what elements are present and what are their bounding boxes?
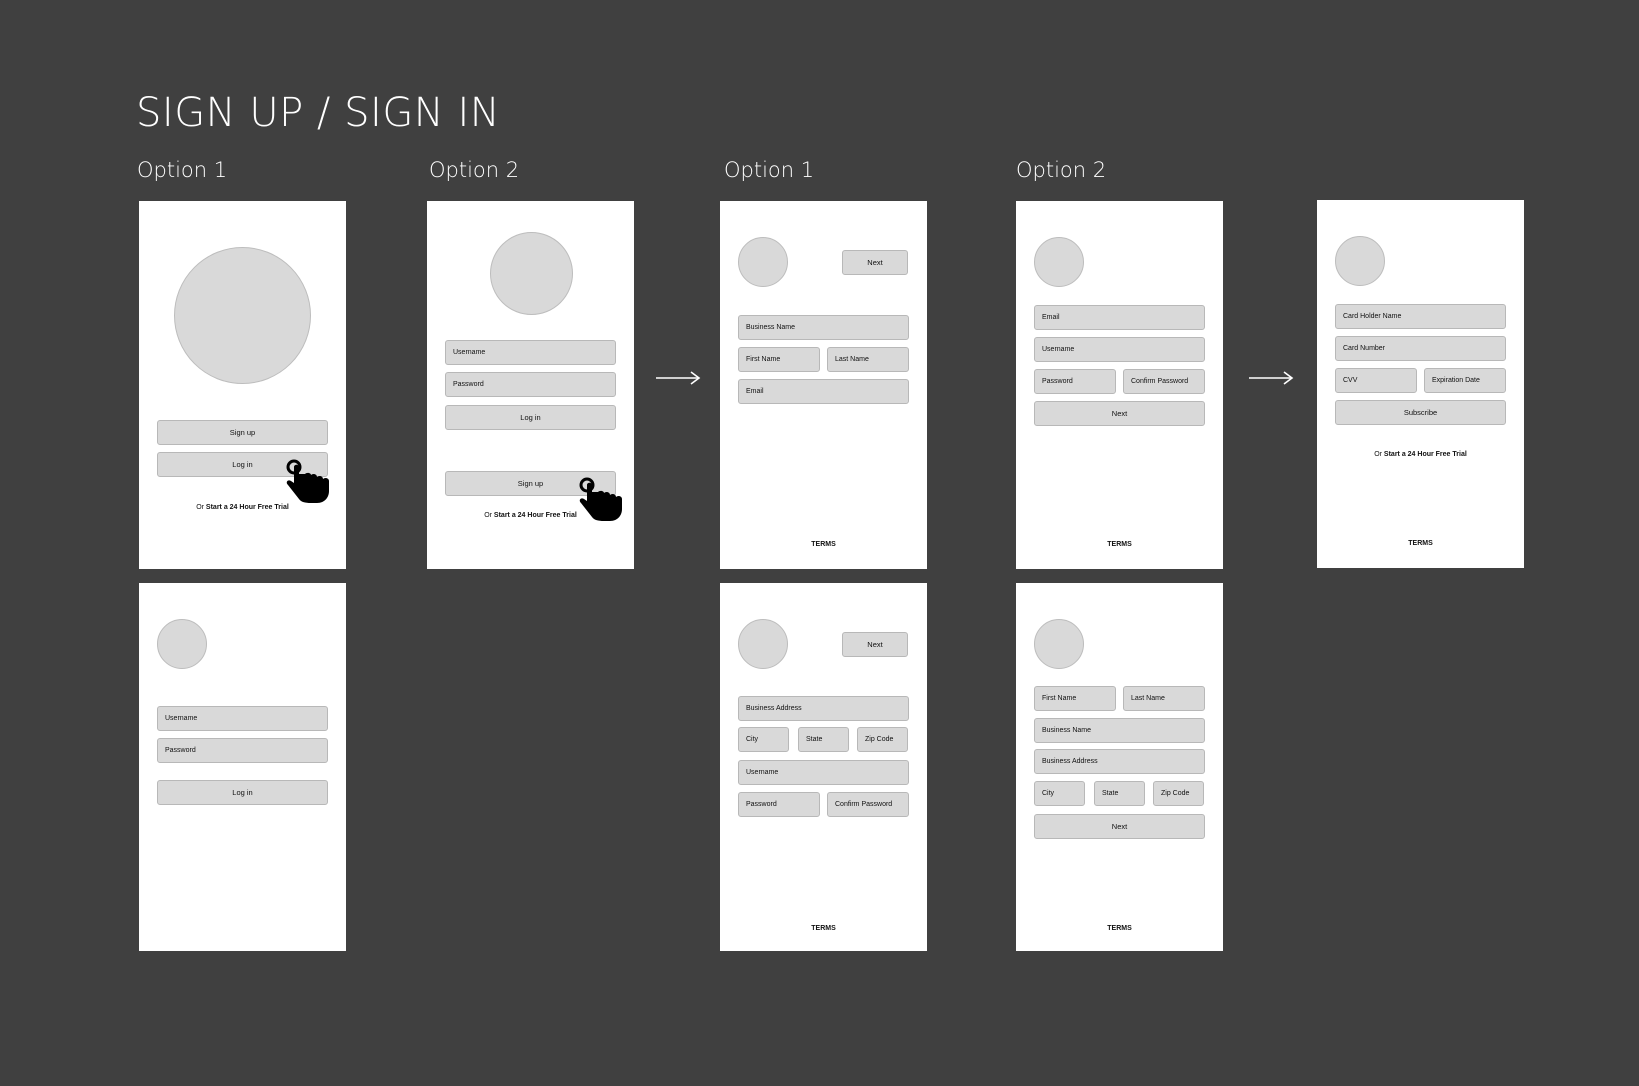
option-label: Option 2 <box>429 158 520 182</box>
subscribe-button[interactable]: Subscribe <box>1335 400 1506 425</box>
next-button[interactable]: Next <box>1034 401 1205 426</box>
zip-code-field[interactable]: Zip Code <box>857 727 908 752</box>
cvv-field[interactable]: CVV <box>1335 368 1417 393</box>
trial-prefix: Or <box>484 512 494 519</box>
password-field[interactable]: Password <box>738 792 820 817</box>
confirm-password-field[interactable]: Confirm Password <box>1123 369 1205 394</box>
screen-landing-option-1: Sign up Log in Or Start a 24 Hour Free T… <box>139 201 346 569</box>
right-arrow-icon <box>1248 370 1294 386</box>
screen-signup-option-1-step-2: Next Business Address City State Zip Cod… <box>720 583 927 951</box>
email-field[interactable]: Email <box>738 379 909 404</box>
option-label: Option 1 <box>137 158 228 182</box>
screen-signup-option-2-step-2: First Name Last Name Business Name Busin… <box>1016 583 1223 951</box>
confirm-password-field[interactable]: Confirm Password <box>827 792 909 817</box>
business-name-field[interactable]: Business Name <box>738 315 909 340</box>
free-trial-text[interactable]: Or Start a 24 Hour Free Trial <box>139 504 346 511</box>
free-trial-text[interactable]: Or Start a 24 Hour Free Trial <box>427 512 634 519</box>
option-label: Option 2 <box>1016 158 1107 182</box>
trial-prefix: Or <box>1374 451 1384 458</box>
terms-link[interactable]: TERMS <box>1317 540 1524 547</box>
card-holder-name-field[interactable]: Card Holder Name <box>1335 304 1506 329</box>
option-label: Option 1 <box>724 158 815 182</box>
free-trial-link[interactable]: Start a 24 Hour Free Trial <box>1384 451 1467 458</box>
screen-signup-option-2-step-1: Email Username Password Confirm Password… <box>1016 201 1223 569</box>
trial-prefix: Or <box>196 504 206 511</box>
login-button[interactable]: Log in <box>445 405 616 430</box>
logo-placeholder <box>1034 619 1084 669</box>
zip-code-field[interactable]: Zip Code <box>1153 781 1204 806</box>
login-button[interactable]: Log in <box>157 780 328 805</box>
state-field[interactable]: State <box>798 727 849 752</box>
screen-payment: Card Holder Name Card Number CVV Expirat… <box>1317 200 1524 568</box>
business-address-field[interactable]: Business Address <box>1034 749 1205 774</box>
business-address-field[interactable]: Business Address <box>738 696 909 721</box>
username-field[interactable]: Username <box>1034 337 1205 362</box>
logo-placeholder <box>157 619 207 669</box>
terms-link[interactable]: TERMS <box>720 541 927 548</box>
logo-placeholder <box>1034 237 1084 287</box>
first-name-field[interactable]: First Name <box>738 347 820 372</box>
free-trial-link[interactable]: Start a 24 Hour Free Trial <box>494 512 577 519</box>
next-button[interactable]: Next <box>842 632 908 657</box>
signup-button[interactable]: Sign up <box>157 420 328 445</box>
business-name-field[interactable]: Business Name <box>1034 718 1205 743</box>
password-field[interactable]: Password <box>157 738 328 763</box>
card-number-field[interactable]: Card Number <box>1335 336 1506 361</box>
username-field[interactable]: Username <box>445 340 616 365</box>
logo-placeholder <box>738 619 788 669</box>
terms-link[interactable]: TERMS <box>1016 541 1223 548</box>
logo-placeholder <box>1335 236 1385 286</box>
right-arrow-icon <box>655 370 701 386</box>
password-field[interactable]: Password <box>1034 369 1116 394</box>
first-name-field[interactable]: First Name <box>1034 686 1116 711</box>
free-trial-text[interactable]: Or Start a 24 Hour Free Trial <box>1317 451 1524 458</box>
screen-signup-option-1-step-1: Next Business Name First Name Last Name … <box>720 201 927 569</box>
city-field[interactable]: City <box>1034 781 1085 806</box>
city-field[interactable]: City <box>738 727 789 752</box>
last-name-field[interactable]: Last Name <box>1123 686 1205 711</box>
password-field[interactable]: Password <box>445 372 616 397</box>
logo-placeholder <box>174 247 311 384</box>
email-field[interactable]: Email <box>1034 305 1205 330</box>
page-title: SIGN UP / SIGN IN <box>136 90 501 136</box>
hand-pointer-icon <box>285 459 331 503</box>
screen-landing-option-2: Username Password Log in Sign up Or Star… <box>427 201 634 569</box>
terms-link[interactable]: TERMS <box>1016 925 1223 932</box>
last-name-field[interactable]: Last Name <box>827 347 909 372</box>
next-button[interactable]: Next <box>842 250 908 275</box>
free-trial-link[interactable]: Start a 24 Hour Free Trial <box>206 504 289 511</box>
terms-link[interactable]: TERMS <box>720 925 927 932</box>
logo-placeholder <box>490 232 573 315</box>
username-field[interactable]: Username <box>157 706 328 731</box>
screen-login-option-1: Username Password Log in <box>139 583 346 951</box>
expiration-date-field[interactable]: Expiration Date <box>1424 368 1506 393</box>
state-field[interactable]: State <box>1094 781 1145 806</box>
next-button[interactable]: Next <box>1034 814 1205 839</box>
username-field[interactable]: Username <box>738 760 909 785</box>
logo-placeholder <box>738 237 788 287</box>
